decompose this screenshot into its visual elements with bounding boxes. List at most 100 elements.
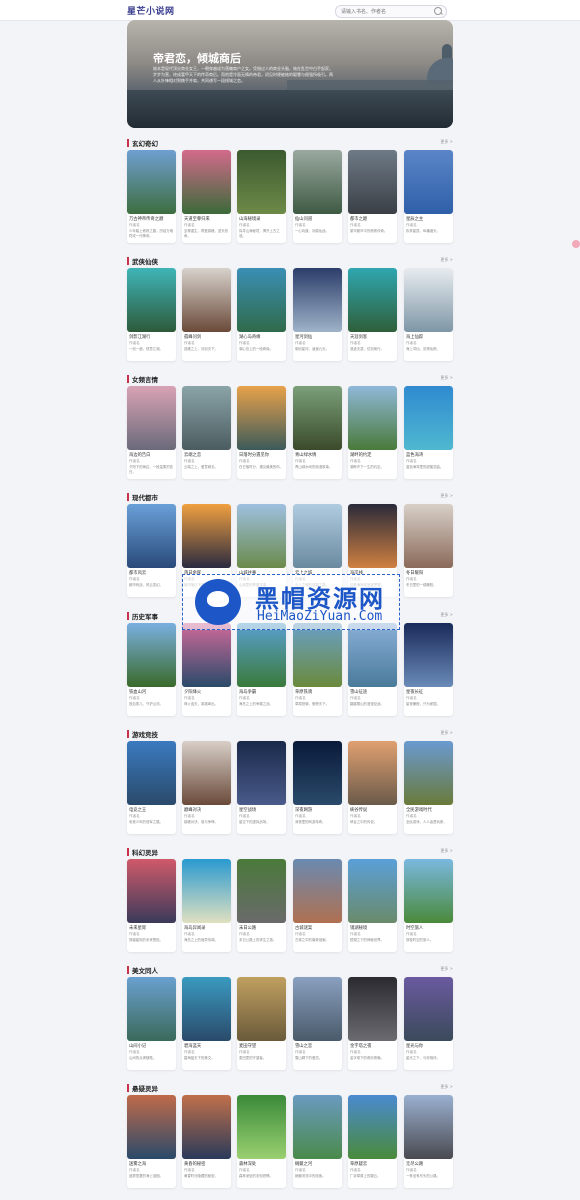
book-title[interactable]: 日落时分遇见你	[239, 452, 284, 458]
section-more-link[interactable]: 更多 >	[440, 1084, 453, 1090]
book-cover[interactable]	[127, 977, 176, 1041]
book-title[interactable]: 都市风云	[129, 570, 174, 576]
book-card[interactable]: 海岛争霸 作者名 海岛之上的争霸之战。	[237, 623, 286, 716]
book-title[interactable]: 深夜网游	[295, 807, 340, 813]
book-cover[interactable]	[127, 504, 176, 568]
book-card[interactable]: 草原铁骑 作者名 草原铁骑，驰骋天下。	[293, 623, 342, 716]
search-box[interactable]	[335, 5, 447, 18]
book-card[interactable]: 夕阳烽火 作者名 烽火连天，英雄辈出。	[182, 623, 231, 716]
book-title[interactable]: 时空旅人	[406, 925, 451, 931]
book-cover[interactable]	[237, 150, 286, 214]
book-cover[interactable]	[293, 1095, 342, 1159]
book-title[interactable]: 碧海蓝天	[184, 1043, 229, 1049]
book-cover[interactable]	[404, 859, 453, 923]
section-more-link[interactable]: 更多 >	[440, 493, 453, 499]
book-card[interactable]: 湖心岛奇缘 作者名 湖心岛上的一段奇缘。	[237, 268, 286, 361]
book-title[interactable]: 未来星际	[129, 925, 174, 931]
book-cover[interactable]	[182, 150, 231, 214]
book-cover[interactable]	[182, 741, 231, 805]
book-title[interactable]: 迷雾之海	[129, 1161, 174, 1167]
book-title[interactable]: 海岛争霸	[239, 689, 284, 695]
book-title[interactable]: 森林深处	[239, 1161, 284, 1167]
book-title[interactable]: 全民游戏时代	[406, 807, 451, 813]
book-cover[interactable]	[404, 741, 453, 805]
book-cover[interactable]	[348, 268, 397, 332]
book-title[interactable]: 古城谜案	[295, 925, 340, 931]
book-title[interactable]: 草原铁骑	[295, 689, 340, 695]
book-card[interactable]: 镜湖秘境 作者名 镜湖之下的神秘世界。	[348, 859, 397, 952]
search-icon[interactable]	[434, 7, 442, 15]
book-cover[interactable]	[348, 623, 397, 687]
book-cover[interactable]	[404, 977, 453, 1041]
book-cover[interactable]	[348, 741, 397, 805]
book-title[interactable]: 星河剑仙	[295, 334, 340, 340]
book-cover[interactable]	[182, 504, 231, 568]
book-title[interactable]: 夕阳烽火	[184, 689, 229, 695]
book-cover[interactable]	[127, 741, 176, 805]
book-cover[interactable]	[404, 1095, 453, 1159]
book-title[interactable]: 星辰之主	[406, 216, 451, 222]
book-cover[interactable]	[127, 859, 176, 923]
book-cover[interactable]	[182, 268, 231, 332]
book-title[interactable]: 孤峰问剑	[184, 334, 229, 340]
book-cover[interactable]	[348, 1095, 397, 1159]
book-cover[interactable]	[404, 623, 453, 687]
book-card[interactable]: 末日公路 作者名 末日公路上的求生之旅。	[237, 859, 286, 952]
book-title[interactable]: 山海秘境录	[239, 216, 284, 222]
book-card[interactable]: 无尽公路 作者名 一条没有尽头的公路。	[404, 1095, 453, 1188]
book-cover[interactable]	[237, 623, 286, 687]
book-title[interactable]: 蓝色海湾	[406, 452, 451, 458]
book-cover[interactable]	[182, 859, 231, 923]
book-cover[interactable]	[404, 268, 453, 332]
book-card[interactable]: 蓝色海湾 作者名 蓝色海湾里的甜蜜恋曲。	[404, 386, 453, 479]
book-card[interactable]: 雪山之恋 作者名 雪山脚下的爱恋。	[293, 977, 342, 1070]
book-cover[interactable]	[237, 977, 286, 1041]
book-cover[interactable]	[237, 741, 286, 805]
section-more-link[interactable]: 更多 >	[440, 375, 453, 381]
book-title[interactable]: 末日公路	[239, 925, 284, 931]
book-title[interactable]: 都市之巅	[350, 216, 395, 222]
book-title[interactable]: 麦田守望	[239, 1043, 284, 1049]
book-cover[interactable]	[348, 386, 397, 450]
book-card[interactable]: 山海秘境录 作者名 探寻山海秘境，揭开上古之谜。	[237, 150, 286, 243]
book-card[interactable]: 仙山问道 作者名 一心向道，问鼎仙途。	[293, 150, 342, 243]
book-cover[interactable]	[127, 623, 176, 687]
book-cover[interactable]	[127, 150, 176, 214]
book-card[interactable]: 冬日暖阳 作者名 冬日里的一缕暖阳。	[404, 504, 453, 597]
book-card[interactable]: 迷雾之海 作者名 迷雾笼罩的海上谜团。	[127, 1095, 176, 1188]
book-title[interactable]: 万古神帝传奇之巅	[129, 216, 174, 222]
book-title[interactable]: 蜿蜒之河	[295, 1161, 340, 1167]
book-cover[interactable]	[293, 150, 342, 214]
book-title[interactable]: 电竞之王	[129, 807, 174, 813]
book-cover[interactable]	[293, 741, 342, 805]
book-card[interactable]: 万古神帝传奇之巅 作者名 少年踏上修炼之路，历经万难终成一代神帝。	[127, 150, 176, 243]
book-card[interactable]: 湖畔的约定 作者名 湖畔许下一生的约定。	[348, 386, 397, 479]
book-title[interactable]: 星光与你	[406, 1043, 451, 1049]
book-cover[interactable]	[237, 859, 286, 923]
book-cover[interactable]	[348, 504, 397, 568]
hero-title[interactable]: 帝君恋，倾城商后	[153, 50, 241, 66]
book-cover[interactable]	[348, 977, 397, 1041]
floating-button[interactable]	[572, 240, 580, 248]
book-card[interactable]: 剑影江湖行 作者名 一剑一酒，快意江湖。	[127, 268, 176, 361]
book-cover[interactable]	[404, 504, 453, 568]
book-card[interactable]: 星辰之主 作者名 执掌星辰，纵横诸天。	[404, 150, 453, 243]
book-title[interactable]: 黄昏的秘密	[184, 1161, 229, 1167]
book-card[interactable]: 海边的告白 作者名 夕阳下的海边，一段温柔的告白。	[127, 386, 176, 479]
book-card[interactable]: 云端之恋 作者名 云端之上，爱意绵长。	[182, 386, 231, 479]
book-card[interactable]: 黄昏的秘密 作者名 黄昏时分隐藏的秘密。	[182, 1095, 231, 1188]
book-card[interactable]: 时空旅人 作者名 穿梭时空的旅人。	[404, 859, 453, 952]
book-card[interactable]: 峡谷传说 作者名 峡谷之中的传说。	[348, 741, 397, 834]
book-cover[interactable]	[293, 386, 342, 450]
book-cover[interactable]	[293, 623, 342, 687]
book-title[interactable]: 云端之恋	[184, 452, 229, 458]
book-card[interactable]: 雪山征途 作者名 翻越雪山的漫漫征途。	[348, 623, 397, 716]
book-title[interactable]: 海边的告白	[129, 452, 174, 458]
search-input[interactable]	[341, 6, 431, 17]
book-title[interactable]: 仙山问道	[295, 216, 340, 222]
book-card[interactable]: 碧海蓝天 作者名 碧海蓝天下的美文。	[182, 977, 231, 1070]
book-card[interactable]: 天道至尊归来 作者名 至尊重生，再登巅峰，逆天改命。	[182, 150, 231, 243]
book-title[interactable]: 天道至尊归来	[184, 216, 229, 222]
book-card[interactable]: 星空战场 作者名 星空下的虚拟战场。	[237, 741, 286, 834]
book-card[interactable]: 未来星际 作者名 穿越星际的未来冒险。	[127, 859, 176, 952]
